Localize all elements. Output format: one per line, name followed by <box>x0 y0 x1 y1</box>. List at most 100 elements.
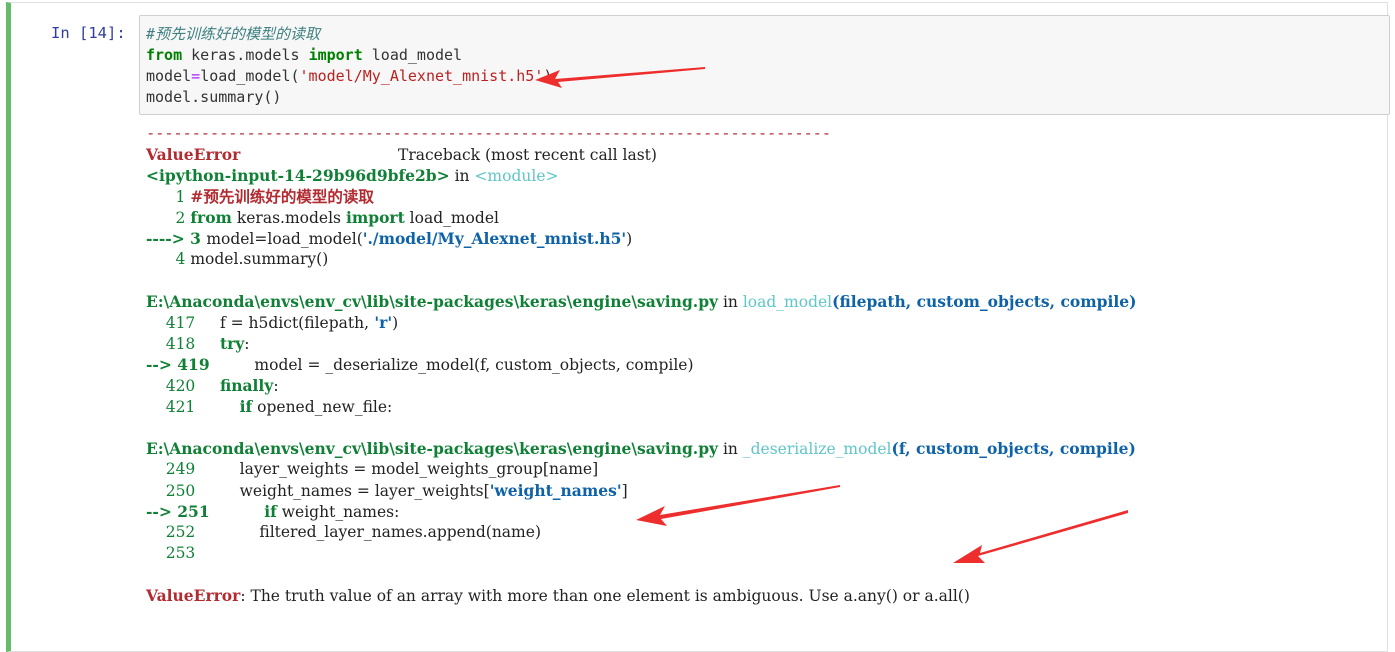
code-token: = <box>356 482 370 500</box>
code-token: 4 <box>146 250 191 268</box>
code-token: 418 <box>146 335 201 353</box>
code-token: : <box>387 398 393 416</box>
code-token: try <box>219 334 245 353</box>
code-token: weight_names <box>200 482 357 500</box>
notebook-code-cell[interactable]: In [14]: #预先训练好的模型的读取 from keras.models i… <box>6 2 1390 652</box>
traceback-line: 420 finally: <box>146 375 1136 396</box>
code-token: load_model <box>362 46 463 64</box>
traceback-line: E:\Anaconda\envs\env_cv\lib\site-package… <box>146 438 1136 459</box>
code-line: #预先训练好的模型的读取 <box>146 24 552 45</box>
code-token: 249 <box>146 460 201 478</box>
code-token: () <box>263 88 282 106</box>
code-token: = <box>353 460 367 478</box>
code-token: = <box>307 356 321 374</box>
code-token: f <box>200 314 231 332</box>
code-token: #预先训练好的模型的读取 <box>190 187 374 206</box>
error-traceback-output: ----------------------------------------… <box>146 123 1136 606</box>
traceback-line: 250 weight_names = layer_weights['weight… <box>146 480 1136 501</box>
traceback-line: ----> 3 model=load_model('./model/My_Ale… <box>146 228 1136 249</box>
code-token: in <box>718 440 743 458</box>
code-token: in <box>718 293 743 311</box>
code-token: summary <box>243 250 317 268</box>
code-token: ----------------------------------------… <box>146 124 831 142</box>
traceback-line: 418 try: <box>146 333 1136 354</box>
code-token: './model/My_Alexnet_mnist.h5' <box>362 229 627 248</box>
code-token: name <box>491 523 535 541</box>
code-token: --> 251 <box>146 502 216 521</box>
code-token: keras.models <box>182 46 309 64</box>
code-token: : <box>244 335 250 353</box>
code-input-area[interactable]: #预先训练好的模型的读取 from keras.models import loa… <box>139 15 1390 115</box>
code-token: 250 <box>146 482 201 500</box>
code-token: (f, custom_objects, compile) <box>891 439 1136 458</box>
code-token: keras.models <box>231 209 346 227</box>
code-token: in <box>449 167 475 185</box>
code-token: = <box>191 67 201 85</box>
code-token: compile <box>620 356 688 374</box>
code-token: : <box>394 503 400 521</box>
traceback-line: E:\Anaconda\envs\env_cv\lib\site-package… <box>146 291 1136 312</box>
traceback-line <box>146 564 1136 585</box>
code-token: load_model <box>267 230 357 248</box>
code-token: 'weight_names' <box>489 481 622 500</box>
code-token: model <box>190 250 239 268</box>
traceback-line: ValueError Traceback (most recent call l… <box>146 144 1136 165</box>
code-token: 420 <box>146 377 201 395</box>
code-token: 'model/My_Alexnet_mnist.h5' <box>299 67 544 85</box>
code-token: ----> 3 <box>146 229 207 248</box>
code-token: finally <box>219 376 274 395</box>
code-token: model.summary <box>146 88 264 106</box>
code-editor[interactable]: #预先训练好的模型的读取 from keras.models import loa… <box>146 24 552 108</box>
code-token: <module> <box>474 167 559 185</box>
code-token: append <box>427 523 486 541</box>
traceback-line: 4 model.summary() <box>146 249 1136 270</box>
code-token: ) <box>626 230 633 248</box>
input-prompt: In [14]: <box>51 24 126 42</box>
code-token: model <box>146 67 192 85</box>
code-token: ] <box>592 460 599 478</box>
traceback-line <box>146 270 1136 291</box>
traceback-line: 1 #预先训练好的模型的读取 <box>146 186 1136 207</box>
code-token: 417 <box>146 314 201 332</box>
code-token: 1 <box>146 188 191 206</box>
traceback-line: 249 layer_weights = model_weights_group[… <box>146 459 1136 480</box>
code-token: h5dict <box>243 314 299 332</box>
code-token: load_model <box>404 209 499 227</box>
code-line: model.summary() <box>146 87 552 108</box>
traceback-line: 417 f = h5dict(filepath, 'r') <box>146 312 1136 333</box>
code-token: () <box>316 250 329 268</box>
code-token: opened_new_file <box>252 398 388 416</box>
traceback-line: <ipython-input-14-29b96d9bfe2b> in <modu… <box>146 165 1136 186</box>
code-token: 'r' <box>369 313 393 332</box>
code-token: = <box>254 230 268 248</box>
code-token: model <box>206 230 255 248</box>
code-token: import <box>308 46 363 64</box>
code-token: from <box>190 208 232 227</box>
code-token: _deserialize_model <box>320 356 475 374</box>
code-token: = <box>230 314 244 332</box>
code-token: ValueError <box>146 145 241 164</box>
code-token: ) <box>534 523 541 541</box>
code-token: from <box>146 46 183 64</box>
code-token: ) <box>543 67 553 85</box>
code-token: Traceback (most recent call last) <box>240 146 657 164</box>
code-token: --> 419 <box>146 355 216 374</box>
code-token: if <box>239 397 253 416</box>
code-token: filtered_layer_names <box>200 523 423 541</box>
code-token: ] <box>621 482 628 500</box>
code-token: 253 <box>146 544 201 562</box>
code-token: model <box>215 356 308 374</box>
traceback-line: --> 251 if weight_names: <box>146 501 1136 522</box>
code-token: (filepath, custom_objects, compile) <box>832 292 1137 311</box>
code-token: weight_names <box>276 503 395 521</box>
code-token: custom_objects <box>490 356 616 374</box>
traceback-line: ----------------------------------------… <box>146 123 1136 144</box>
traceback-line: ValueError: The truth value of an array … <box>146 585 1136 606</box>
